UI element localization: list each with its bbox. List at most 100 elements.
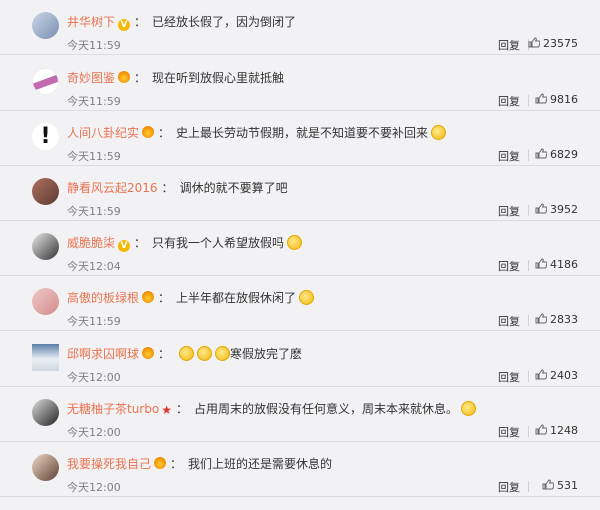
username-link[interactable]: 无糖柚子茶turbo <box>67 402 159 416</box>
like-count: 6829 <box>550 148 578 161</box>
user-avatar[interactable] <box>32 288 59 315</box>
like-count: 531 <box>557 479 578 492</box>
like-button[interactable]: 1248 <box>535 424 578 437</box>
colon-separator: ： <box>170 457 183 471</box>
verified-badge-icon: V <box>118 240 131 252</box>
like-count: 4186 <box>550 258 578 271</box>
username-link[interactable]: 静看风云起2016 <box>67 181 158 195</box>
colon-separator: ： <box>158 126 171 140</box>
divider <box>528 426 529 437</box>
emoji-icon <box>287 235 303 250</box>
colon-separator: ： <box>134 71 147 85</box>
username-link[interactable]: 我要操死我自己 <box>67 457 151 471</box>
user-avatar[interactable] <box>32 178 59 205</box>
username-link[interactable]: 高傲的板绿根 <box>67 291 139 305</box>
verified-badge-icon: V <box>118 19 131 31</box>
like-button[interactable]: 6829 <box>535 148 578 161</box>
like-button[interactable]: 3952 <box>535 203 578 216</box>
username-link[interactable]: 井华树下 <box>67 15 115 29</box>
like-button[interactable]: 23575 <box>528 37 578 50</box>
comment-text: 调休的就不要算了吧 <box>179 181 288 195</box>
thumbs-up-icon <box>535 313 548 324</box>
emoji-icon <box>197 346 213 361</box>
reply-link[interactable]: 回复 <box>498 313 520 329</box>
like-button[interactable]: 531 <box>542 479 578 492</box>
emoji-icon <box>299 290 315 305</box>
member-crown-icon <box>142 291 155 303</box>
comment-line: 人间八卦纪实 ： 史上最长劳动节假期，就是不知道要不要补回来 <box>67 124 447 142</box>
member-crown-icon <box>118 71 131 83</box>
reply-link[interactable]: 回复 <box>498 93 520 109</box>
thumbs-up-icon <box>535 93 548 104</box>
star-badge-icon: ★ <box>161 403 172 417</box>
reply-link[interactable]: 回复 <box>498 479 520 495</box>
user-avatar[interactable] <box>32 12 59 39</box>
thumbs-up-icon <box>535 148 548 159</box>
comment-text: 史上最长劳动节假期，就是不知道要不要补回来 <box>176 126 429 140</box>
user-avatar[interactable] <box>32 454 59 481</box>
comment-time: 今天12:00 <box>67 371 121 384</box>
comment-text: 上半年都在放假休闲了 <box>176 291 297 305</box>
user-avatar[interactable] <box>32 68 59 95</box>
user-avatar[interactable] <box>32 399 59 426</box>
colon-separator: ： <box>158 347 171 361</box>
like-button[interactable]: 9816 <box>535 93 578 106</box>
divider <box>528 150 529 161</box>
comment-line: 奇妙图鉴 ： 现在听到放假心里就抵触 <box>67 69 284 87</box>
divider <box>528 260 529 271</box>
like-button[interactable]: 2833 <box>535 313 578 326</box>
reply-link[interactable]: 回复 <box>498 424 520 440</box>
comment-item: 邱啊求囚啊球 ： 寒假放完了麽今天12:00 回复 2403 <box>0 332 600 387</box>
colon-separator: ： <box>134 15 147 29</box>
comment-time: 今天12:04 <box>67 260 121 273</box>
username-link[interactable]: 威脆脆柒 <box>67 236 115 250</box>
member-crown-icon <box>142 126 155 138</box>
thumbs-up-icon <box>528 37 541 48</box>
comment-text: 现在听到放假心里就抵触 <box>152 71 285 85</box>
user-avatar[interactable] <box>32 344 59 371</box>
reply-link[interactable]: 回复 <box>498 203 520 219</box>
comment-list: 井华树下 V：已经放长假了，因为倒闭了今天11:59 回复 23575 奇妙图鉴 ： 现在听… <box>0 0 600 510</box>
divider <box>528 95 529 106</box>
emoji-icon <box>179 346 195 361</box>
like-button[interactable]: 2403 <box>535 369 578 382</box>
comment-item: 高傲的板绿根 ： 上半年都在放假休闲了今天11:59 回复 2833 <box>0 276 600 331</box>
comment-time: 今天11:59 <box>67 95 121 108</box>
user-avatar[interactable] <box>32 233 59 260</box>
colon-separator: ： <box>161 181 174 195</box>
avatar-graphic <box>33 74 58 91</box>
divider <box>528 315 529 326</box>
comment-time: 今天12:00 <box>67 481 121 494</box>
colon-separator: ： <box>158 291 171 305</box>
comment-item: 威脆脆柒 V： 只有我一个人希望放假吗 今天12:04 回复 4186 <box>0 221 600 276</box>
like-count: 9816 <box>550 93 578 106</box>
like-button[interactable]: 4186 <box>535 258 578 271</box>
comment-text: 寒假放完了麽 <box>230 347 303 361</box>
member-crown-icon <box>142 347 155 359</box>
emoji-icon <box>431 125 447 140</box>
reply-link[interactable]: 回复 <box>498 258 520 274</box>
username-link[interactable]: 奇妙图鉴 <box>67 71 115 85</box>
comment-line: 我要操死我自己 ： 我们上班的还是需要休息的 <box>67 455 332 473</box>
comment-time: 今天11:59 <box>67 315 121 328</box>
username-link[interactable]: 人间八卦纪实 <box>67 126 139 140</box>
member-crown-icon <box>154 457 167 469</box>
comment-line: 邱啊求囚啊球 ： 寒假放完了麽 <box>67 345 302 363</box>
reply-link[interactable]: 回复 <box>498 148 520 164</box>
comment-text: 占用周末的放假没有任何意义，周末本来就休息。 <box>194 402 459 416</box>
thumbs-up-icon <box>542 479 555 490</box>
comment-text: 我们上班的还是需要休息的 <box>188 457 333 471</box>
comment-line: 井华树下 V： 已经放长假了，因为倒闭了 <box>67 13 296 31</box>
comment-item: ! 人间八卦纪实 ： 史上最长劳动节假期，就是不知道要不要补回来今天11:59 回复 68… <box>0 111 600 166</box>
emoji-icon <box>461 401 477 416</box>
reply-link[interactable]: 回复 <box>498 37 520 53</box>
comment-time: 今天11:59 <box>67 150 121 163</box>
comment-line: 高傲的板绿根 ： 上半年都在放假休闲了 <box>67 289 315 307</box>
user-avatar[interactable]: ! <box>32 123 59 150</box>
username-link[interactable]: 邱啊求囚啊球 <box>67 347 139 361</box>
comment-item: 无糖柚子茶turbo ★： 占用周末的放假没有任何意义，周末本来就休息。 今天12:0… <box>0 387 600 442</box>
thumbs-up-icon <box>535 369 548 380</box>
emoji-icon <box>215 346 231 361</box>
reply-link[interactable]: 回复 <box>498 369 520 385</box>
comment-text: 只有我一个人希望放假吗 <box>152 236 285 250</box>
